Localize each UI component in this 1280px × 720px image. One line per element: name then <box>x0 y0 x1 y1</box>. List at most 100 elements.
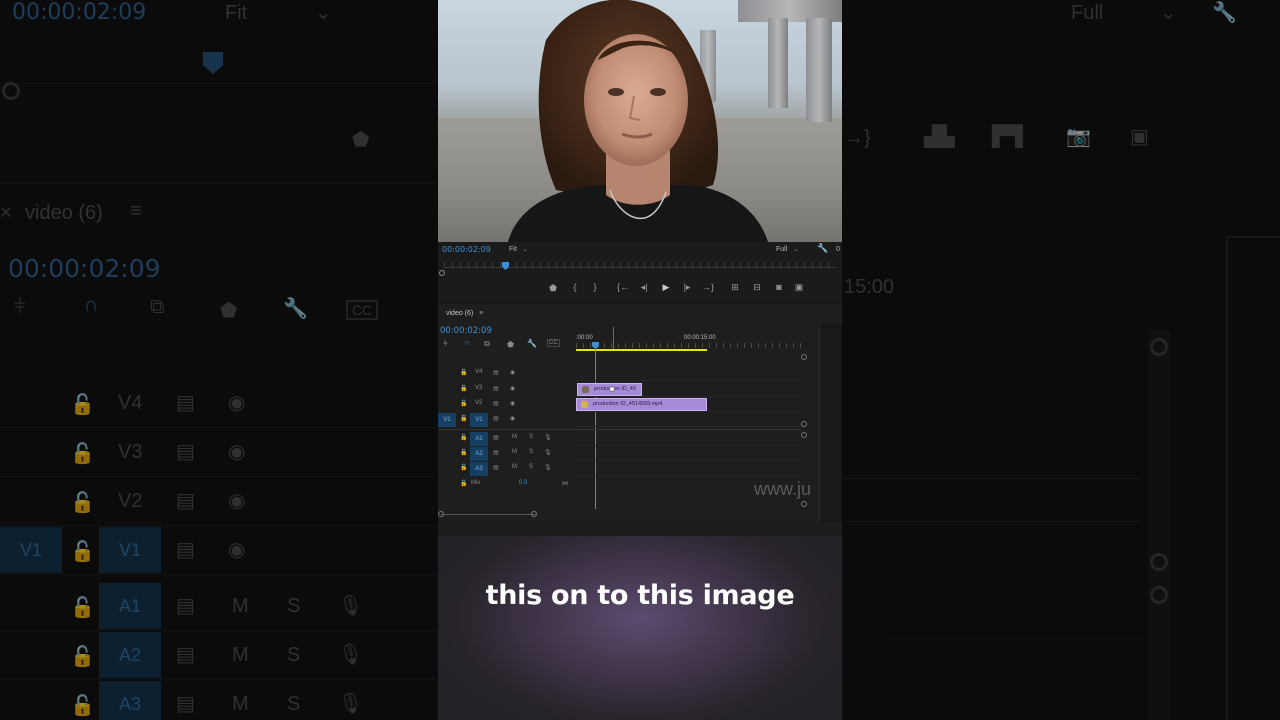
vertical-scroll-handle-mid[interactable] <box>801 421 807 427</box>
horizontal-scrollbar[interactable] <box>441 514 537 515</box>
wrench-icon[interactable]: 🔧 <box>816 243 830 254</box>
bg-full-label: Full <box>1071 2 1104 24</box>
mic-icon[interactable]: 🎙 <box>544 464 552 471</box>
eye-icon[interactable]: ◉ <box>510 415 515 422</box>
track-target-a2[interactable]: A2 <box>470 447 488 461</box>
bg-eye-icon: ◉ <box>228 539 246 561</box>
sync-lock-icon[interactable]: ▤ <box>493 415 499 422</box>
bg-lock-icon: 🔓 <box>70 443 95 465</box>
mix-value[interactable]: 0.0 <box>519 480 527 486</box>
track-lane-a3[interactable] <box>576 462 802 476</box>
track-lane-a1[interactable] <box>576 432 802 446</box>
snap-magnet-icon[interactable]: ∩ <box>464 338 470 347</box>
eye-icon[interactable]: ◉ <box>510 369 515 376</box>
eye-icon[interactable]: ◉ <box>510 400 515 407</box>
linked-selection-icon[interactable]: ⧉ <box>484 339 490 349</box>
vertical-scroll-handle-bottom[interactable] <box>801 501 807 507</box>
go-to-end-icon[interactable]: ⋈ <box>562 480 568 487</box>
lock-icon[interactable]: 🔓 <box>460 369 467 376</box>
quality-dropdown[interactable]: Full ⌄ <box>776 246 798 253</box>
track-target-v1[interactable]: V1 <box>470 413 488 427</box>
track-lane-v1[interactable] <box>576 413 802 427</box>
timeline-ruler[interactable] <box>576 343 802 348</box>
extract-icon[interactable]: ⊟ <box>750 282 764 293</box>
go-to-out-icon[interactable]: →} <box>701 282 715 292</box>
go-to-in-icon[interactable]: {← <box>616 282 630 292</box>
bg-eye-icon: ◉ <box>228 392 246 414</box>
lock-icon[interactable]: 🔓 <box>460 400 467 407</box>
mic-icon[interactable]: 🎙 <box>544 449 552 456</box>
bg-marker-icon: ⬟ <box>352 129 370 151</box>
bg-track-target: A3 <box>99 681 161 720</box>
track-target-a3[interactable]: A3 <box>470 462 488 476</box>
mute-button[interactable]: M <box>512 464 517 470</box>
bg-linked-icon: ⧉ <box>150 296 165 318</box>
sync-lock-icon[interactable]: ▤ <box>493 385 499 392</box>
insert-sequence-icon[interactable]: ⫩ <box>443 339 448 349</box>
sync-lock-icon[interactable]: ▤ <box>493 449 499 456</box>
button-editor-icon[interactable]: ▣ <box>792 282 806 293</box>
bg-sync-icon: ▤ <box>176 490 195 512</box>
clip-name: production ID_4514559.mp4 <box>593 401 663 407</box>
track-header-a1: 🔓 A1 ▤ M S 🎙 <box>438 432 574 446</box>
hamburger-icon[interactable]: ≡ <box>479 310 483 317</box>
track-lane-a2[interactable] <box>576 447 802 461</box>
lock-icon[interactable]: 🔓 <box>460 415 467 422</box>
vertical-scroll-handle-lower[interactable] <box>801 432 807 438</box>
mic-icon[interactable]: 🎙 <box>544 434 552 441</box>
lock-icon[interactable]: 🔓 <box>460 464 467 471</box>
in-point-icon[interactable]: { <box>568 282 582 292</box>
marker-icon[interactable]: ⬟ <box>546 283 560 294</box>
eye-icon[interactable]: ◉ <box>510 385 515 392</box>
premiere-panel: 00:00:02:09 Fit ⌄ Full ⌄ 🔧 0 ⬟ { } {← ◂| ▶… <box>438 0 842 720</box>
track-header-a2: 🔓 A2 ▤ M S 🎙 <box>438 447 574 461</box>
step-forward-icon[interactable]: |▸ <box>680 282 694 293</box>
playhead-icon[interactable] <box>502 262 509 270</box>
sync-lock-icon[interactable]: ▤ <box>493 434 499 441</box>
captions-icon[interactable]: CC <box>547 339 560 347</box>
lift-icon[interactable]: ⊞ <box>728 282 742 293</box>
play-icon[interactable]: ▶ <box>659 282 673 293</box>
lock-icon[interactable]: 🔓 <box>460 449 467 456</box>
horizontal-scroll-handle-right[interactable] <box>531 511 537 517</box>
bg-solo-label: S <box>287 595 301 617</box>
mute-button[interactable]: M <box>512 449 517 455</box>
monitor-timecode[interactable]: 00:00:02:09 <box>442 245 491 254</box>
clip-v2[interactable]: production ID_4514559.mp4 <box>576 398 707 411</box>
bg-sync-icon: ▤ <box>176 693 195 715</box>
solo-button[interactable]: S <box>529 449 533 455</box>
bg-lift-icon: ▟▙ <box>924 126 955 148</box>
track-target-a1[interactable]: A1 <box>470 432 488 446</box>
horizontal-scroll-handle-left[interactable] <box>438 511 444 517</box>
sync-lock-icon[interactable]: ▤ <box>493 464 499 471</box>
track-lane-v4[interactable] <box>576 367 802 381</box>
step-back-icon[interactable]: ◂| <box>637 282 651 293</box>
cursor-grab-icon <box>609 386 615 392</box>
track-header-v2: 🔓 V2 ▤ ◉ <box>438 398 574 412</box>
mute-button[interactable]: M <box>512 434 517 440</box>
timeline-timecode[interactable]: 00:00:02:09 <box>440 326 492 336</box>
timeline-settings-wrench-icon[interactable]: 🔧 <box>527 339 537 348</box>
bg-mic-icon: 🎙 <box>338 595 364 617</box>
clip-fx-icon <box>582 386 589 393</box>
bg-lock-icon: 🔓 <box>70 646 95 668</box>
sync-lock-icon[interactable]: ▤ <box>493 400 499 407</box>
lock-icon[interactable]: 🔓 <box>460 480 467 487</box>
bg-chevron-icon-right: ⌄ <box>1160 2 1177 24</box>
lock-icon[interactable]: 🔓 <box>460 385 467 392</box>
vertical-scroll-handle-top[interactable] <box>801 354 807 360</box>
sync-lock-icon[interactable]: ▤ <box>493 369 499 376</box>
solo-button[interactable]: S <box>529 434 533 440</box>
solo-button[interactable]: S <box>529 464 533 470</box>
export-frame-icon[interactable]: ◙ <box>772 282 786 292</box>
add-marker-icon[interactable]: ⬟ <box>507 340 514 349</box>
out-point-icon[interactable]: } <box>588 282 602 292</box>
fit-dropdown[interactable]: Fit ⌄ <box>509 246 528 253</box>
caption-overlay: this on to this image <box>438 536 842 720</box>
bg-sync-icon: ▤ <box>176 441 195 463</box>
bg-track-target: A2 <box>99 632 161 678</box>
timeline-title[interactable]: video (6) ≡ <box>446 310 483 317</box>
source-patch-v1[interactable]: V1 <box>438 413 456 427</box>
zoom-handle[interactable] <box>439 270 445 276</box>
lock-icon[interactable]: 🔓 <box>460 434 467 441</box>
